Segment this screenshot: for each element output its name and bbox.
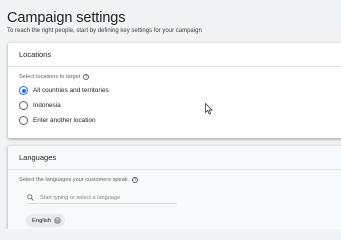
radio-enter-another-location[interactable]: Enter another location [19,116,96,125]
help-icon[interactable]: ? [132,177,139,183]
page-subtitle: To reach the right people, start by defi… [7,28,202,34]
page-title: Campaign settings [7,10,126,26]
languages-select-label-text: Select the languages your customers spea… [19,177,130,183]
languages-card: Languages Select the languages your cust… [8,146,341,229]
language-chip-english[interactable]: English × [26,214,66,227]
radio-label: All countries and territories [33,87,109,94]
radio-button[interactable] [19,101,28,110]
help-icon[interactable]: ? [83,74,90,80]
locations-select-label: Select locations to target ? [19,74,90,80]
campaign-settings-page: Campaign settings To reach the right peo… [0,0,341,229]
locations-header[interactable]: Locations [8,43,341,67]
radio-button-checked[interactable] [19,86,28,95]
search-placeholder: Start typing or select a language [40,194,121,201]
close-icon[interactable]: × [54,217,62,224]
mouse-cursor-icon [205,103,213,115]
locations-select-label-text: Select locations to target [19,74,81,80]
languages-select-label: Select the languages your customers spea… [19,177,139,183]
radio-label: Indonesia [33,102,61,109]
search-icon [27,194,34,201]
radio-button[interactable] [19,116,28,125]
radio-indonesia[interactable]: Indonesia [19,101,61,110]
radio-all-countries[interactable]: All countries and territories [19,86,109,95]
languages-header[interactable]: Languages [8,146,341,170]
radio-label: Enter another location [33,117,96,124]
chip-label: English [32,217,52,224]
language-search-input[interactable]: Start typing or select a language [27,192,177,204]
locations-card: Locations Select locations to target ? A… [8,43,341,138]
